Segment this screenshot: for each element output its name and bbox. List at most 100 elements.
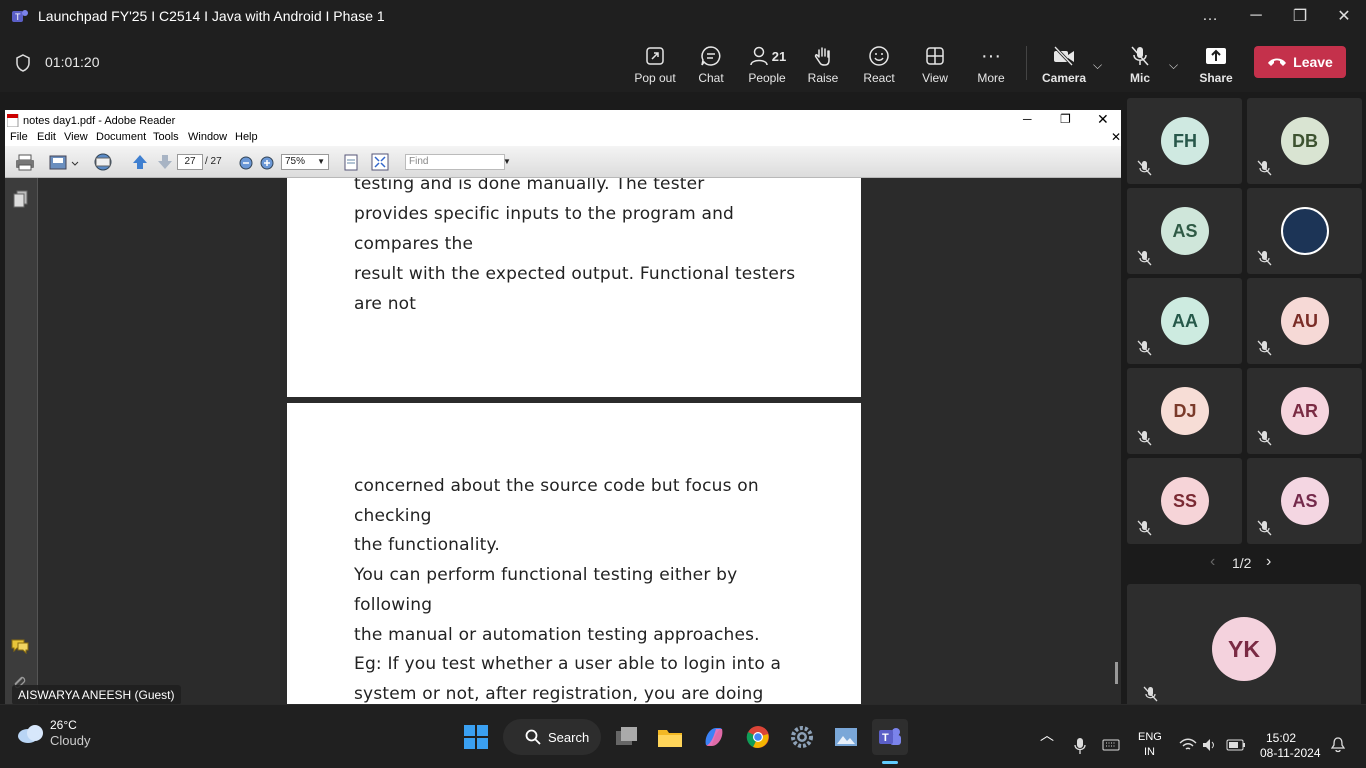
language-code[interactable]: ENG xyxy=(1138,731,1162,743)
people-button[interactable]: 21 People xyxy=(739,44,795,90)
folder-icon xyxy=(658,730,682,747)
file-explorer-button[interactable] xyxy=(652,719,688,755)
participant-tile[interactable]: DB xyxy=(1247,98,1362,184)
collaborate-icon[interactable] xyxy=(91,152,115,172)
participant-avatar: DJ xyxy=(1161,387,1209,435)
photos-button[interactable] xyxy=(828,719,864,755)
leave-button[interactable]: Leave xyxy=(1254,46,1346,78)
minimize-button[interactable]: ─ xyxy=(1234,0,1278,32)
keyboard-icon[interactable] xyxy=(1102,739,1120,751)
participant-avatar: DB xyxy=(1281,117,1329,165)
notification-bell-icon[interactable] xyxy=(1331,737,1345,753)
zoom-in-icon[interactable] xyxy=(260,156,274,170)
reader-close-button[interactable]: ✕ xyxy=(1097,111,1109,128)
menu-tools[interactable]: Tools xyxy=(153,131,179,143)
settings-button[interactable] xyxy=(784,719,820,755)
full-screen-icon[interactable] xyxy=(371,153,389,171)
meeting-timer: 01:01:20 xyxy=(45,54,100,70)
zoom-out-icon[interactable] xyxy=(239,156,253,170)
find-dropdown-icon[interactable]: ▼ xyxy=(503,157,511,166)
menu-file[interactable]: File xyxy=(10,131,28,143)
menu-document[interactable]: Document xyxy=(96,131,146,143)
camera-options-chevron-icon[interactable]: ⌵ xyxy=(1093,58,1102,73)
participant-tile[interactable]: DJ xyxy=(1127,368,1242,454)
previous-page-chevron-icon[interactable]: ‹ xyxy=(1210,553,1215,571)
participant-tile[interactable]: FH xyxy=(1127,98,1242,184)
start-button[interactable] xyxy=(458,719,494,755)
microphone-icon[interactable] xyxy=(1073,737,1087,755)
comments-icon[interactable] xyxy=(10,638,30,654)
wifi-icon[interactable] xyxy=(1179,738,1197,752)
menu-view[interactable]: View xyxy=(64,131,88,143)
muted-mic-icon xyxy=(1137,160,1152,176)
chrome-button[interactable] xyxy=(740,719,776,755)
weather-description[interactable]: Cloudy xyxy=(50,733,90,748)
search-label: Search xyxy=(548,729,590,745)
page-total: / 27 xyxy=(205,156,222,167)
battery-icon[interactable] xyxy=(1226,739,1246,751)
text-line: testing and is done manually. The tester xyxy=(354,178,705,194)
find-input[interactable]: Find xyxy=(405,154,505,170)
previous-page-icon[interactable] xyxy=(132,154,148,170)
page-number-input[interactable]: 27 xyxy=(177,154,203,170)
svg-text:T: T xyxy=(15,12,21,22)
raise-hand-button[interactable]: Raise xyxy=(795,44,851,90)
participant-tile[interactable]: AS xyxy=(1247,458,1362,544)
more-button[interactable]: ··· More xyxy=(963,44,1019,90)
weather-temperature[interactable]: 26°C xyxy=(50,718,77,732)
chevron-up-icon[interactable]: ︿ xyxy=(1040,725,1054,745)
fit-page-icon[interactable] xyxy=(343,154,359,171)
phone-hangup-icon xyxy=(1268,58,1287,66)
participant-tile[interactable]: AR xyxy=(1247,368,1362,454)
next-page-icon[interactable] xyxy=(157,154,173,170)
participant-tile[interactable] xyxy=(1247,188,1362,274)
participant-avatar: FH xyxy=(1161,117,1209,165)
reader-minimize-button[interactable]: ─ xyxy=(1023,112,1032,126)
document-scrollbar[interactable] xyxy=(1113,178,1121,704)
maximize-button[interactable]: ❐ xyxy=(1278,0,1322,32)
teams-taskbar-button[interactable]: T xyxy=(872,719,908,755)
toolbar-divider xyxy=(1026,46,1027,80)
clock-date[interactable]: 08-11-2024 xyxy=(1260,746,1321,760)
text-line: checking xyxy=(354,506,432,526)
close-button[interactable]: ✕ xyxy=(1322,0,1366,32)
react-button[interactable]: React xyxy=(851,44,907,90)
task-view-button[interactable] xyxy=(609,719,645,755)
share-button[interactable]: Share xyxy=(1188,44,1244,90)
speaker-icon[interactable] xyxy=(1202,738,1218,752)
mic-options-chevron-icon[interactable]: ⌵ xyxy=(1169,58,1178,73)
view-button[interactable]: View xyxy=(907,44,963,90)
participant-tile[interactable]: AU xyxy=(1247,278,1362,364)
zoom-select[interactable]: 75% ▼ xyxy=(281,154,329,170)
people-count: 21 xyxy=(771,48,787,64)
document-close-icon[interactable]: ✕ xyxy=(1111,130,1121,144)
participant-tile[interactable]: AA xyxy=(1127,278,1242,364)
text-line: provides specific inputs to the program … xyxy=(354,204,735,224)
copilot-icon xyxy=(705,728,723,746)
self-video-tile[interactable]: YK xyxy=(1127,584,1361,714)
pages-panel-icon[interactable] xyxy=(13,190,29,208)
participant-tile[interactable]: AS xyxy=(1127,188,1242,274)
popout-button[interactable]: Pop out xyxy=(627,44,683,90)
reader-restore-button[interactable]: ❐ xyxy=(1060,112,1071,126)
text-line: the manual or automation testing approac… xyxy=(354,625,760,645)
language-region[interactable]: IN xyxy=(1144,746,1155,758)
chat-button[interactable]: Chat xyxy=(683,44,739,90)
participant-tile[interactable]: SS xyxy=(1127,458,1242,544)
menu-edit[interactable]: Edit xyxy=(37,131,56,143)
menu-window[interactable]: Window xyxy=(188,131,227,143)
menu-help[interactable]: Help xyxy=(235,131,258,143)
mic-button[interactable]: Mic xyxy=(1112,44,1168,90)
taskbar-search[interactable]: Search xyxy=(503,719,601,755)
window-more-button[interactable]: … xyxy=(1188,0,1232,32)
svg-text:T: T xyxy=(882,732,889,744)
camera-button[interactable]: Camera xyxy=(1036,44,1092,90)
clock-time[interactable]: 15:02 xyxy=(1266,731,1296,745)
text-line: are not xyxy=(354,294,417,314)
document-viewport[interactable]: testing and is done manually. The tester… xyxy=(5,178,1121,704)
copilot-button[interactable] xyxy=(696,719,732,755)
save-copy-icon[interactable] xyxy=(49,154,79,171)
print-icon[interactable] xyxy=(15,154,35,171)
chat-label: Chat xyxy=(698,71,724,85)
next-page-chevron-icon[interactable]: › xyxy=(1266,553,1271,571)
